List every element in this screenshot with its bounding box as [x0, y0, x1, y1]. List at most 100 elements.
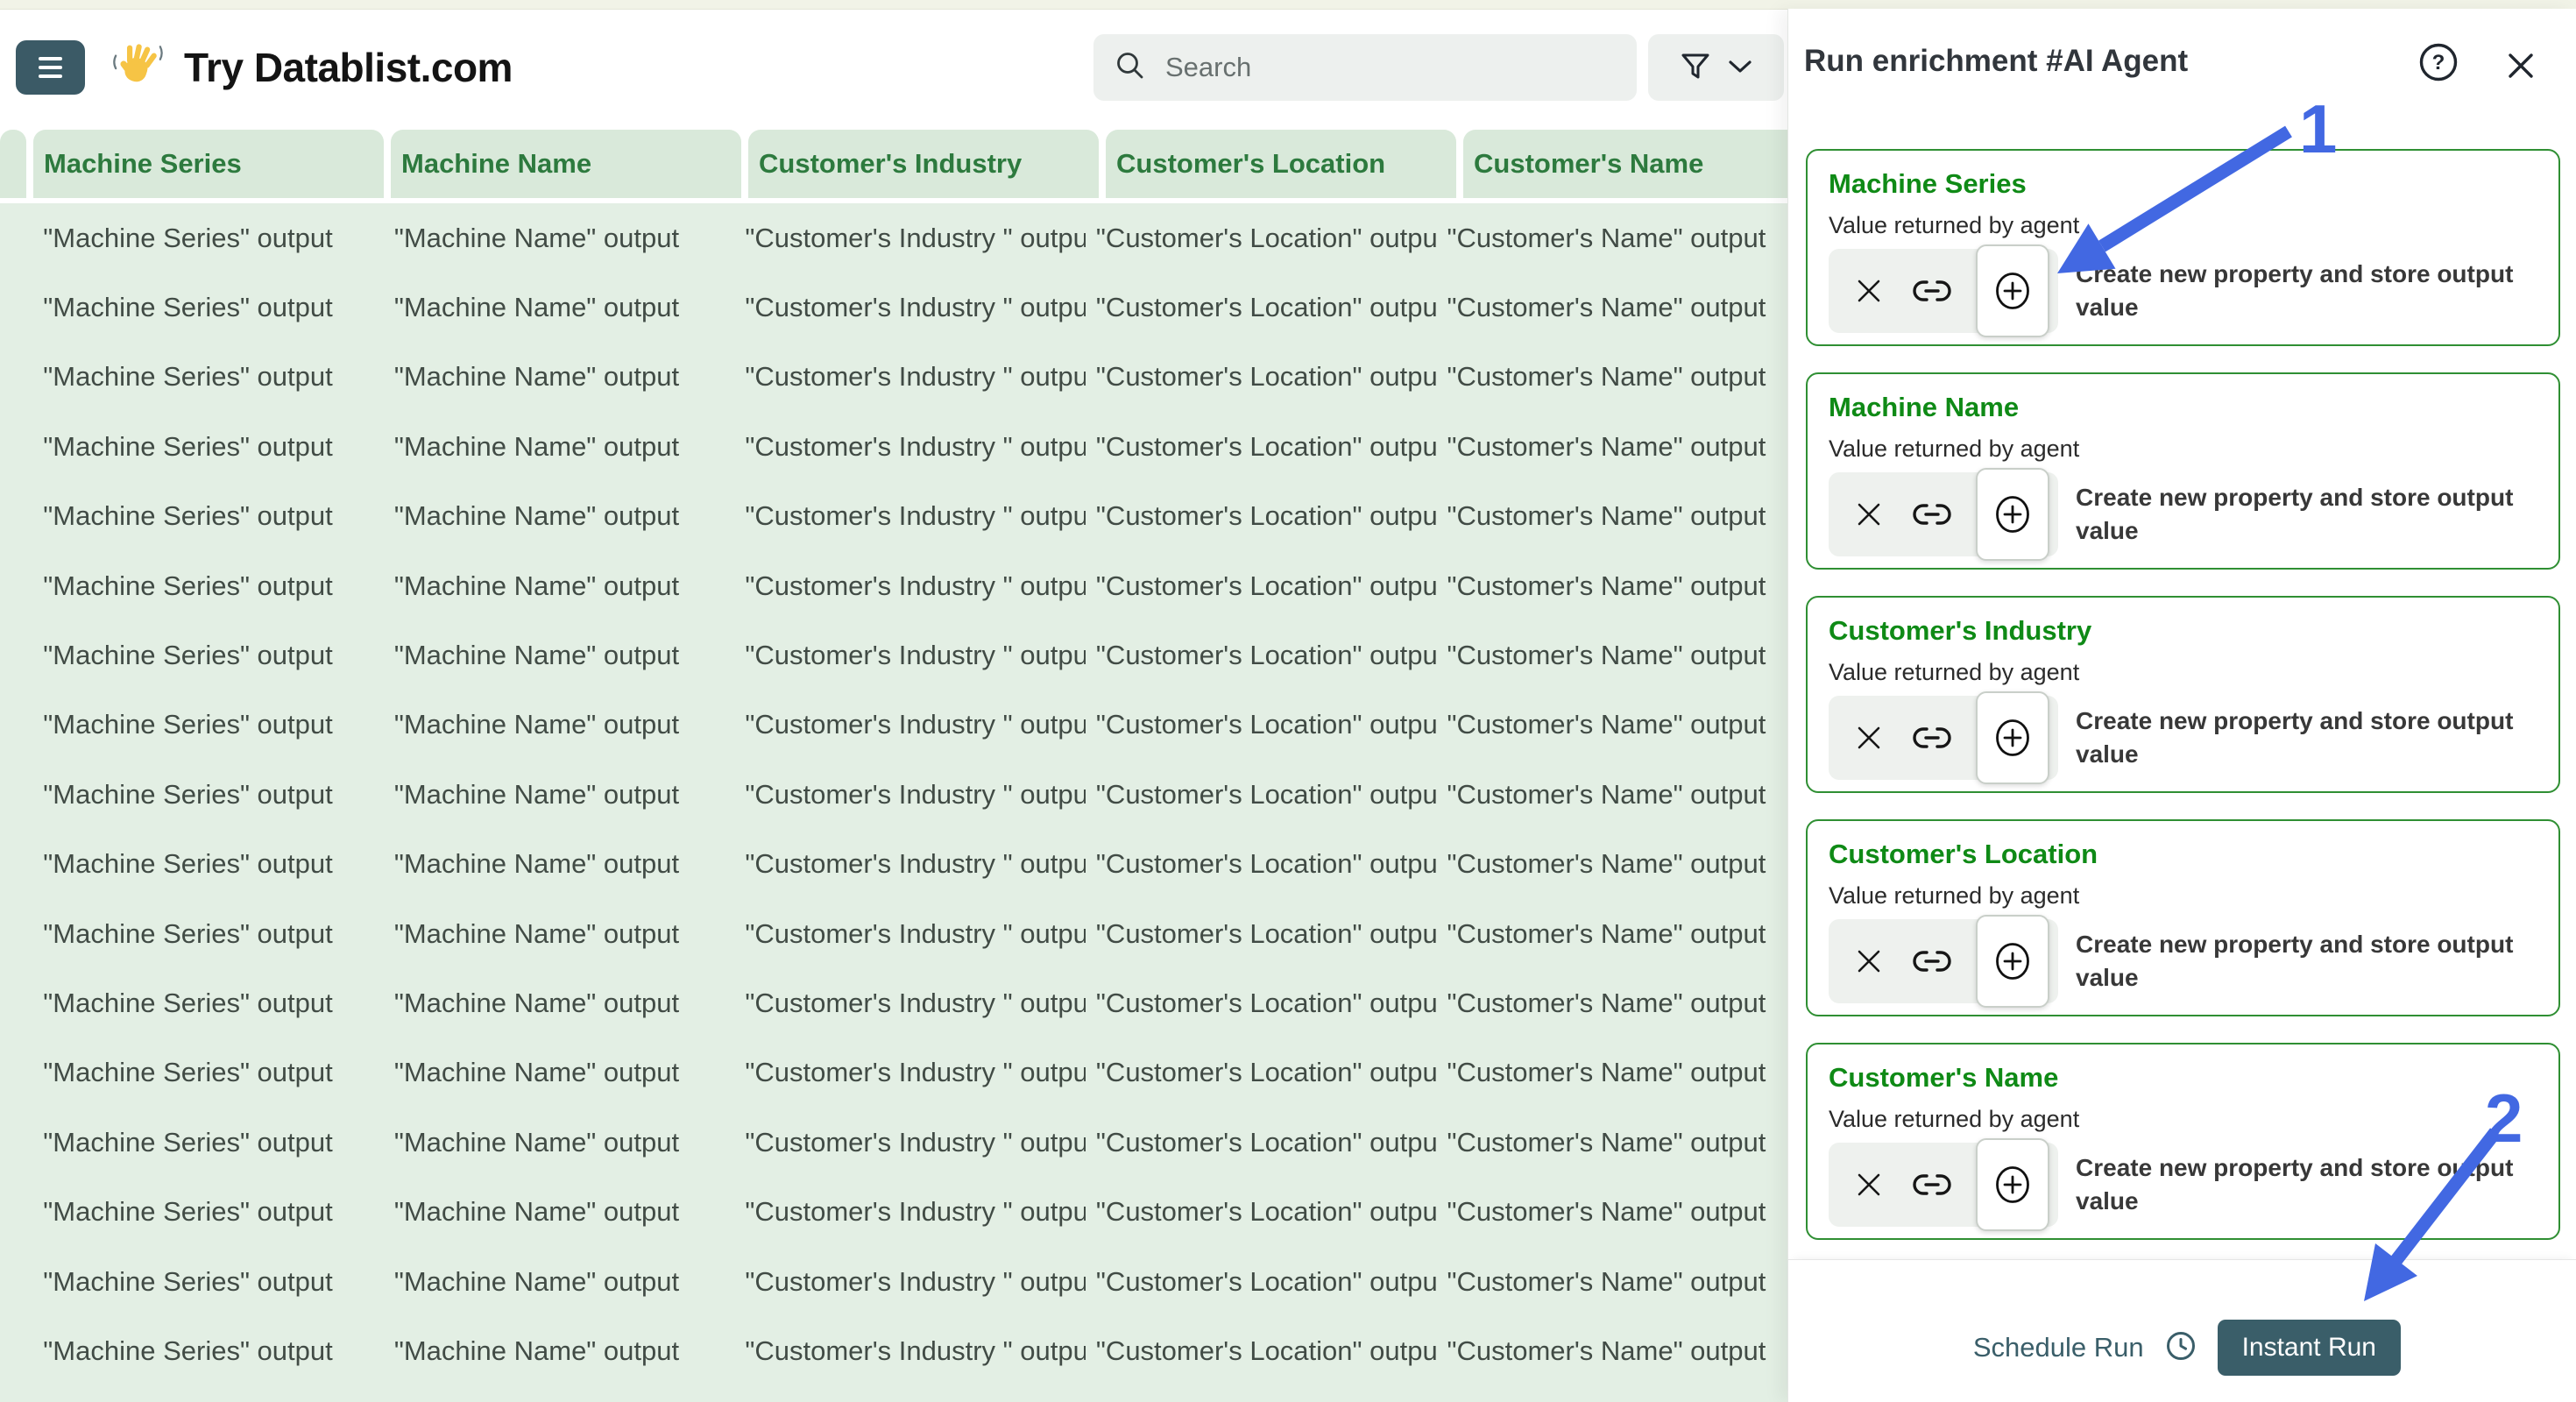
table-cell[interactable]: "Machine Series" output [32, 918, 384, 950]
column-header-machine-series[interactable]: Machine Series [33, 130, 384, 198]
table-cell[interactable]: "Customer's Name" output [1436, 1335, 1787, 1367]
table-cell[interactable]: "Customer's Industry " output [734, 1057, 1086, 1088]
help-button[interactable]: ? [2417, 40, 2460, 84]
table-cell[interactable]: "Customer's Name" output [1436, 223, 1787, 254]
table-cell[interactable]: "Machine Series" output [32, 223, 384, 254]
table-cell[interactable]: "Customer's Name" output [1436, 918, 1787, 950]
table-cell[interactable]: "Machine Series" output [32, 1266, 384, 1298]
table-cell[interactable]: "Customer's Location" output [1086, 1266, 1437, 1298]
table-cell[interactable]: "Customer's Name" output [1436, 988, 1787, 1019]
table-cell[interactable]: "Customer's Industry " output [734, 431, 1086, 463]
link-property-button[interactable] [1900, 249, 1964, 333]
schedule-run-link[interactable]: Schedule Run [1973, 1332, 2144, 1363]
table-cell[interactable]: "Customer's Industry " output [734, 570, 1086, 602]
table-cell[interactable]: "Customer's Industry " output [734, 361, 1086, 393]
table-cell[interactable]: "Machine Series" output [32, 361, 384, 393]
table-cell[interactable]: "Machine Series" output [32, 1335, 384, 1367]
menu-button[interactable] [16, 40, 85, 95]
table-cell[interactable]: "Customer's Industry " output [734, 848, 1086, 880]
table-cell[interactable]: "Customer's Name" output [1436, 292, 1787, 323]
table-cell[interactable]: "Machine Name" output [384, 570, 735, 602]
create-property-button[interactable] [1976, 244, 2049, 337]
table-cell[interactable]: "Machine Series" output [32, 500, 384, 532]
table-cell[interactable]: "Machine Name" output [384, 848, 735, 880]
table-cell[interactable]: "Machine Series" output [32, 640, 384, 671]
table-cell[interactable]: "Machine Series" output [32, 709, 384, 740]
table-cell[interactable]: "Customer's Location" output [1086, 570, 1437, 602]
table-cell[interactable]: "Customer's Location" output [1086, 431, 1437, 463]
link-property-button[interactable] [1900, 696, 1964, 780]
table-cell[interactable]: "Machine Name" output [384, 1127, 735, 1158]
table-cell[interactable]: "Machine Series" output [32, 570, 384, 602]
column-header-customers-location[interactable]: Customer's Location [1106, 130, 1456, 198]
table-cell[interactable]: "Machine Series" output [32, 988, 384, 1019]
table-cell[interactable]: "Customer's Location" output [1086, 918, 1437, 950]
discard-output-button[interactable] [1837, 919, 1900, 1003]
table-cell[interactable]: "Machine Name" output [384, 292, 735, 323]
table-cell[interactable]: "Machine Name" output [384, 988, 735, 1019]
table-cell[interactable]: "Customer's Name" output [1436, 431, 1787, 463]
discard-output-button[interactable] [1837, 696, 1900, 780]
table-cell[interactable]: "Customer's Name" output [1436, 709, 1787, 740]
link-property-button[interactable] [1900, 1143, 1964, 1227]
table-cell[interactable]: "Customer's Location" output [1086, 361, 1437, 393]
table-cell[interactable]: "Customer's Location" output [1086, 779, 1437, 811]
close-button[interactable] [2499, 44, 2543, 88]
table-cell[interactable]: "Customer's Location" output [1086, 1057, 1437, 1088]
link-property-button[interactable] [1900, 919, 1964, 1003]
table-cell[interactable]: "Customer's Location" output [1086, 988, 1437, 1019]
table-cell[interactable]: "Customer's Location" output [1086, 1127, 1437, 1158]
row-index-column-header[interactable] [0, 130, 26, 198]
column-header-customers-industry[interactable]: Customer's Industry [748, 130, 1099, 198]
table-cell[interactable]: "Machine Name" output [384, 1266, 735, 1298]
table-cell[interactable]: "Machine Name" output [384, 918, 735, 950]
table-cell[interactable]: "Customer's Industry " output [734, 1127, 1086, 1158]
table-cell[interactable]: "Customer's Name" output [1436, 640, 1787, 671]
table-cell[interactable]: "Machine Name" output [384, 779, 735, 811]
table-cell[interactable]: "Customer's Name" output [1436, 1057, 1787, 1088]
table-cell[interactable]: "Customer's Name" output [1436, 1127, 1787, 1158]
column-header-customers-name[interactable]: Customer's Name [1463, 130, 1814, 198]
table-cell[interactable]: "Customer's Location" output [1086, 848, 1437, 880]
table-cell[interactable]: "Customer's Name" output [1436, 848, 1787, 880]
filter-button[interactable] [1648, 34, 1784, 101]
table-cell[interactable]: "Customer's Industry " output [734, 1335, 1086, 1367]
discard-output-button[interactable] [1837, 472, 1900, 556]
create-property-button[interactable] [1976, 468, 2049, 561]
table-cell[interactable]: "Customer's Location" output [1086, 640, 1437, 671]
table-cell[interactable]: "Customer's Industry " output [734, 292, 1086, 323]
table-cell[interactable]: "Machine Series" output [32, 292, 384, 323]
create-property-button[interactable] [1976, 691, 2049, 784]
table-cell[interactable]: "Customer's Industry " output [734, 500, 1086, 532]
table-cell[interactable]: "Customer's Name" output [1436, 500, 1787, 532]
discard-output-button[interactable] [1837, 1143, 1900, 1227]
table-cell[interactable]: "Customer's Location" output [1086, 223, 1437, 254]
table-cell[interactable]: "Machine Name" output [384, 500, 735, 532]
table-cell[interactable]: "Customer's Location" output [1086, 292, 1437, 323]
table-cell[interactable]: "Machine Name" output [384, 1335, 735, 1367]
table-cell[interactable]: "Customer's Location" output [1086, 709, 1437, 740]
table-cell[interactable]: "Customer's Industry " output [734, 918, 1086, 950]
table-cell[interactable]: "Customer's Name" output [1436, 361, 1787, 393]
discard-output-button[interactable] [1837, 249, 1900, 333]
table-cell[interactable]: "Machine Series" output [32, 1127, 384, 1158]
table-cell[interactable]: "Machine Name" output [384, 709, 735, 740]
table-cell[interactable]: "Machine Name" output [384, 361, 735, 393]
table-cell[interactable]: "Customer's Industry " output [734, 779, 1086, 811]
create-property-button[interactable] [1976, 915, 2049, 1008]
search-input[interactable]: Search [1093, 34, 1637, 101]
table-cell[interactable]: "Machine Name" output [384, 1057, 735, 1088]
table-cell[interactable]: "Customer's Location" output [1086, 1196, 1437, 1228]
table-cell[interactable]: "Machine Series" output [32, 848, 384, 880]
link-property-button[interactable] [1900, 472, 1964, 556]
table-cell[interactable]: "Customer's Location" output [1086, 1335, 1437, 1367]
table-cell[interactable]: "Customer's Name" output [1436, 1196, 1787, 1228]
table-cell[interactable]: "Customer's Name" output [1436, 570, 1787, 602]
table-cell[interactable]: "Machine Series" output [32, 1057, 384, 1088]
create-property-button[interactable] [1976, 1138, 2049, 1231]
table-cell[interactable]: "Customer's Industry " output [734, 988, 1086, 1019]
table-cell[interactable]: "Customer's Name" output [1436, 1266, 1787, 1298]
table-cell[interactable]: "Machine Series" output [32, 431, 384, 463]
table-cell[interactable]: "Machine Series" output [32, 779, 384, 811]
table-cell[interactable]: "Machine Series" output [32, 1196, 384, 1228]
